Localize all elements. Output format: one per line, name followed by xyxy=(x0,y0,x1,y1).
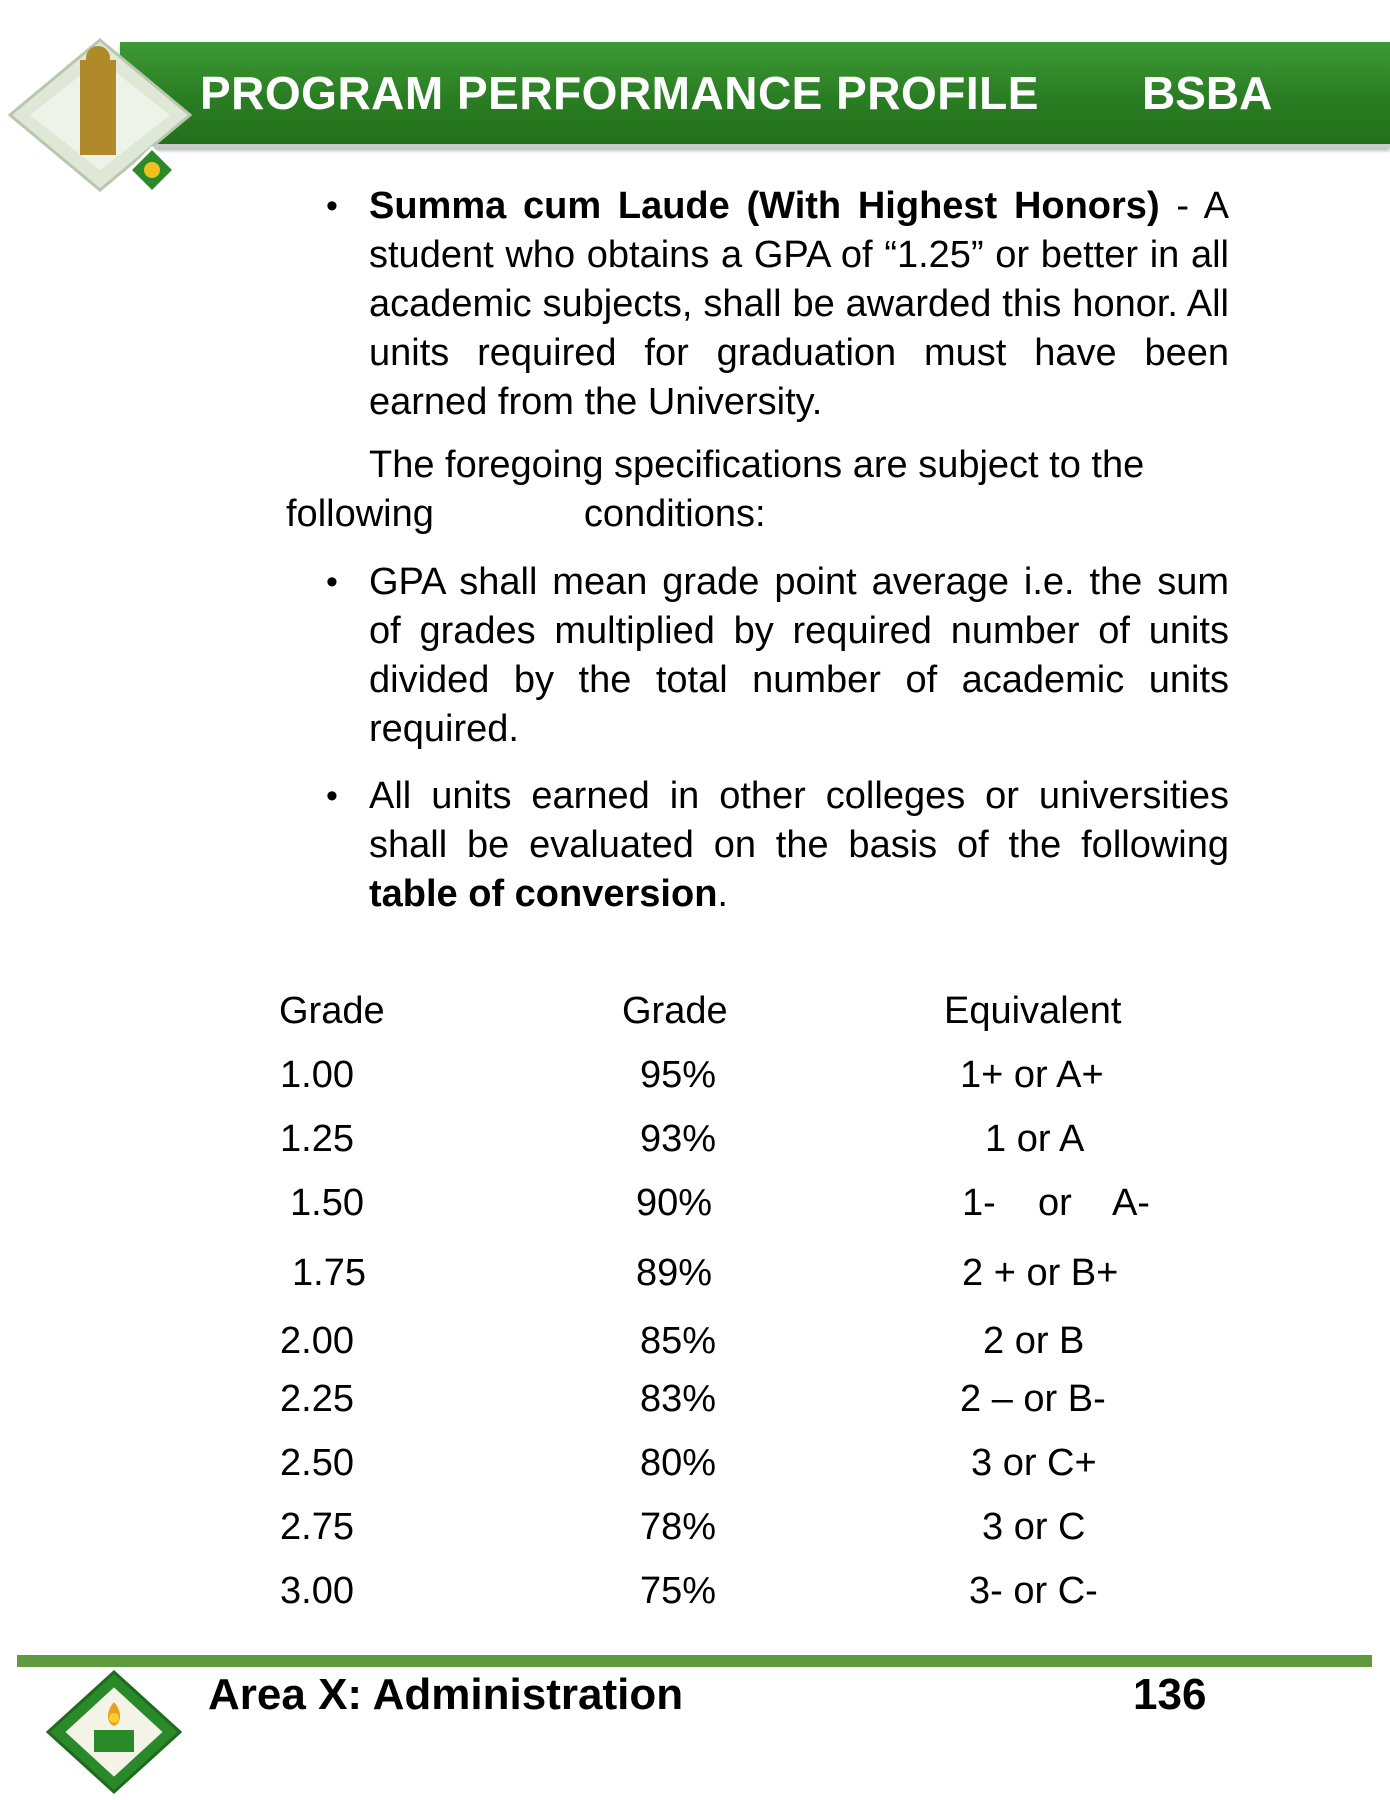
page-number: 136 xyxy=(1133,1670,1207,1719)
units-end: . xyxy=(717,873,728,915)
table-row: 2.75 78% 3 or C xyxy=(260,1506,1200,1570)
table-cell: 2 – or B- xyxy=(960,1378,1106,1420)
table-row: 2.00 85% 2 or B xyxy=(260,1316,1200,1378)
table-cell: 75% xyxy=(640,1570,717,1612)
table-cell: 3- or C- xyxy=(969,1570,1098,1612)
gpa-definition-paragraph: GPA shall mean grade point average i.e. … xyxy=(369,561,1229,750)
table-row: 3.00 75% 3- or C- xyxy=(260,1570,1200,1634)
table-row: 1.50 90% 1- or A- xyxy=(260,1182,1200,1246)
units-evaluation-paragraph: All units earned in other colleges or un… xyxy=(369,772,1229,919)
bullet-marker: • xyxy=(326,187,338,225)
summa-heading: Summa cum Laude (With Highest Honors) xyxy=(369,185,1160,227)
university-seal-icon xyxy=(7,38,193,195)
table-cell: 1.25 xyxy=(280,1118,354,1160)
foregoing-paragraph: The foregoing specifications are subject… xyxy=(286,441,1229,539)
summa-cum-laude-paragraph: Summa cum Laude (With Highest Honors) - … xyxy=(369,182,1229,427)
table-cell: 85% xyxy=(640,1320,717,1362)
table-cell: 78% xyxy=(640,1506,717,1548)
table-cell: 3 or C xyxy=(982,1506,1086,1548)
table-row: 1.25 93% 1 or A xyxy=(260,1118,1200,1182)
table-cell: 83% xyxy=(640,1378,717,1420)
table-cell: 1+ or A+ xyxy=(960,1054,1104,1096)
table-header-cell: Equivalent xyxy=(944,990,1122,1032)
footer-area-label: Area X: Administration xyxy=(208,1670,684,1719)
bullet-marker: • xyxy=(326,777,338,815)
table-cell: 1- or A- xyxy=(962,1182,1150,1224)
table-cell: 90% xyxy=(636,1182,713,1224)
university-seal-icon xyxy=(45,1669,183,1795)
table-cell: 2 + or B+ xyxy=(962,1252,1119,1294)
table-row: 1.75 89% 2 + or B+ xyxy=(260,1246,1200,1316)
table-cell: 2.50 xyxy=(280,1442,354,1484)
table-cell: 1.50 xyxy=(290,1182,364,1224)
table-row: 2.50 80% 3 or C+ xyxy=(260,1442,1200,1506)
page-title: PROGRAM PERFORMANCE PROFILE xyxy=(200,67,1039,119)
table-header-row: Grade Grade Equivalent xyxy=(260,990,1200,1054)
table-cell: 95% xyxy=(640,1054,717,1096)
program-label: BSBA xyxy=(1142,67,1273,119)
table-header-cell: Grade xyxy=(279,990,385,1032)
foregoing-conditions: conditions: xyxy=(583,493,766,535)
table-cell: 2 or B xyxy=(983,1320,1085,1362)
table-header-cell: Grade xyxy=(622,990,728,1032)
units-bold-text: table of conversion xyxy=(369,873,718,915)
table-row: 2.25 83% 2 – or B- xyxy=(260,1378,1200,1442)
table-cell: 1 or A xyxy=(985,1118,1085,1160)
table-row: 1.00 95% 1+ or A+ xyxy=(260,1054,1200,1118)
units-text: All units earned in other colleges or un… xyxy=(369,775,1229,866)
table-cell: 93% xyxy=(640,1118,717,1160)
conversion-table: Grade Grade Equivalent 1.00 95% 1+ or A+… xyxy=(260,990,1200,1634)
table-cell: 1.00 xyxy=(280,1054,354,1096)
table-cell: 2.00 xyxy=(280,1320,354,1362)
table-cell: 80% xyxy=(640,1442,717,1484)
bullet-marker: • xyxy=(326,563,338,601)
footer-divider xyxy=(17,1655,1372,1667)
table-cell: 3 or C+ xyxy=(971,1442,1097,1484)
table-cell: 2.25 xyxy=(280,1378,354,1420)
table-cell: 3.00 xyxy=(280,1570,354,1612)
summa-dash: - xyxy=(1159,185,1189,227)
table-cell: 1.75 xyxy=(292,1252,366,1294)
table-cell: 2.75 xyxy=(280,1506,354,1548)
table-cell: 89% xyxy=(636,1252,713,1294)
